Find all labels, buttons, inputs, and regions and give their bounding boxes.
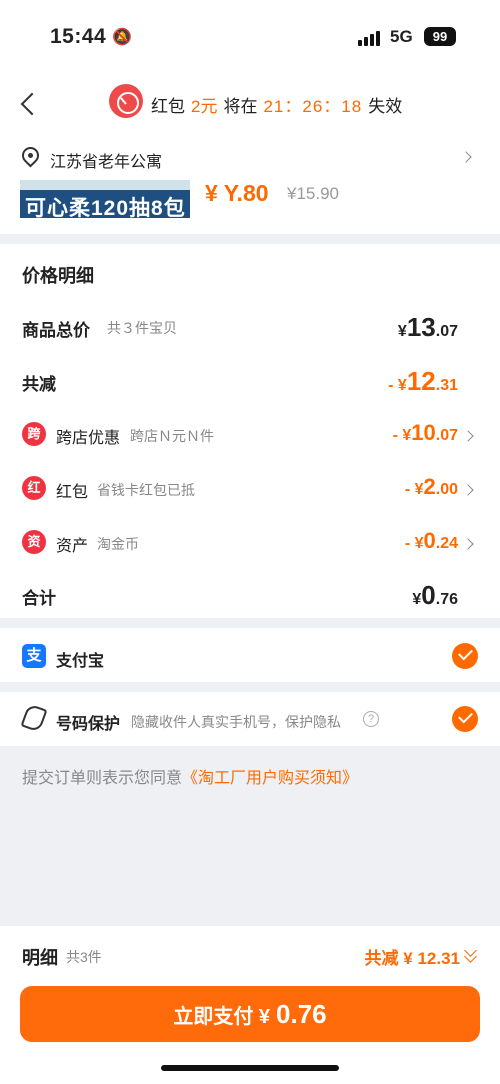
total-label: 合计 [22,589,56,608]
pay-button-amount: 0.76 [276,999,327,1029]
cross-store-icon: 跨 [22,422,46,446]
discount-sub: 省钱卡红包已抵 [97,482,195,498]
discount-row-assets[interactable]: 资 资产 淘金币 - ¥0.24 [0,524,500,564]
discount-label: 资产 [56,538,89,555]
total-reduce-amount: - ¥12.31 [388,366,458,396]
signal-icon [358,30,380,46]
alipay-icon: 支 [22,644,46,668]
redpacket-label: 红包 [151,97,185,116]
phone-icon [20,703,48,733]
number-protection-label: 号码保护 [56,716,121,733]
pay-now-button[interactable]: 立即支付 ¥ 0.76 [20,986,480,1042]
detail-label[interactable]: 明细 [22,944,58,970]
agreement-link[interactable]: 《淘工厂用户购买须知》 [182,770,358,787]
network-type: 5G [390,27,413,46]
total-discount[interactable]: 共减 ¥ 12.31 [365,944,460,969]
clock: 15:44 [50,25,107,48]
item-count: 共3件 [66,949,102,965]
discount-label: 红包 [56,484,89,501]
product-price: ¥ Y.80 [205,180,269,206]
discount-sub: 淘金币 [97,536,139,552]
status-bar: 15:44 🔕 5G 99 [0,0,500,70]
expire-text: 失效 [368,97,403,116]
asset-tag-icon: 资 [22,530,46,554]
agreement-text: 提交订单则表示您同意《淘工厂用户购买须知》 [22,764,358,788]
total-row: 合计 ¥0.76 [0,576,500,616]
redpacket-icon: 红 [22,476,46,500]
battery-icon: 99 [424,27,456,46]
checkmark-icon[interactable] [452,706,478,732]
double-chevron-down-icon[interactable] [464,946,478,962]
discount-row-cross-store[interactable]: 跨 跨店优惠 跨店Ｎ元Ｎ件 - ¥10.07 [0,416,500,456]
will-at-text: 将在 [223,97,258,116]
price-detail-card: 价格明细 商品总价 共３件宝贝 ¥13.07 共减 - ¥12.31 跨 跨店优… [0,244,500,618]
pay-button-label: 立即支付 ¥ [173,1006,271,1028]
agreement-prefix: 提交订单则表示您同意 [22,770,183,787]
goods-total-amount: ¥13.07 [397,312,458,342]
location-pin-icon [18,143,43,168]
goods-total-sub: 共３件宝贝 [107,320,177,336]
discount-amount: - ¥10.07 [392,420,458,445]
chevron-right-icon [460,151,472,163]
mute-bell-icon: 🔕 [112,29,132,46]
discount-label: 跨店优惠 [56,430,121,447]
product-banner-text: 可心柔120抽8包 [25,197,186,218]
redpacket-countdown: 红包 2元 将在 21：26：18 失效 [151,92,402,117]
number-protection-card[interactable]: 号码保护 隐藏收件人真实手机号，保护隐私 ? [0,692,500,746]
back-arrow-icon[interactable] [18,88,40,118]
goods-total-label: 商品总价 [22,321,90,340]
address-text: 江苏省老年公寓 [50,154,163,171]
chevron-right-icon [462,430,474,442]
redpacket-amount: 2元 [191,97,218,116]
nav-header: 红包 2元 将在 21：26：18 失效 [0,70,500,136]
payment-method-card[interactable]: 支 支付宝 [0,628,500,682]
price-detail-title: 价格明细 [22,266,94,286]
discount-row-redpacket[interactable]: 红 红包 省钱卡红包已抵 - ¥2.00 [0,470,500,510]
product-image[interactable]: 可心柔120抽8包 [20,180,190,218]
total-reduce-label: 共减 [22,375,56,394]
chevron-right-icon [462,484,474,496]
countdown-timer: 21：26：18 [263,97,363,116]
bottom-bar: 明细 共3件 共减 ¥ 12.31 立即支付 ¥ 0.76 [0,926,500,1084]
checkmark-icon[interactable] [452,643,478,669]
product-original-price: ¥15.90 [287,184,339,203]
total-amount: ¥0.76 [412,580,458,610]
help-icon[interactable]: ? [363,711,379,727]
goods-total-row: 商品总价 共３件宝贝 ¥13.07 [0,308,500,348]
home-indicator [161,1065,339,1071]
discount-amount: - ¥2.00 [404,474,458,499]
total-reduce-row: 共减 - ¥12.31 [0,362,500,402]
payment-method-label: 支付宝 [56,653,105,670]
chevron-right-icon [462,538,474,550]
discount-sub: 跨店Ｎ元Ｎ件 [130,428,214,444]
alarm-clock-icon [109,84,143,118]
address-section[interactable]: 江苏省老年公寓 可心柔120抽8包 ¥ Y.80 ¥15.90 [0,136,500,234]
discount-amount: - ¥0.24 [404,528,458,553]
number-protection-sub: 隐藏收件人真实手机号，保护隐私 [131,714,341,730]
